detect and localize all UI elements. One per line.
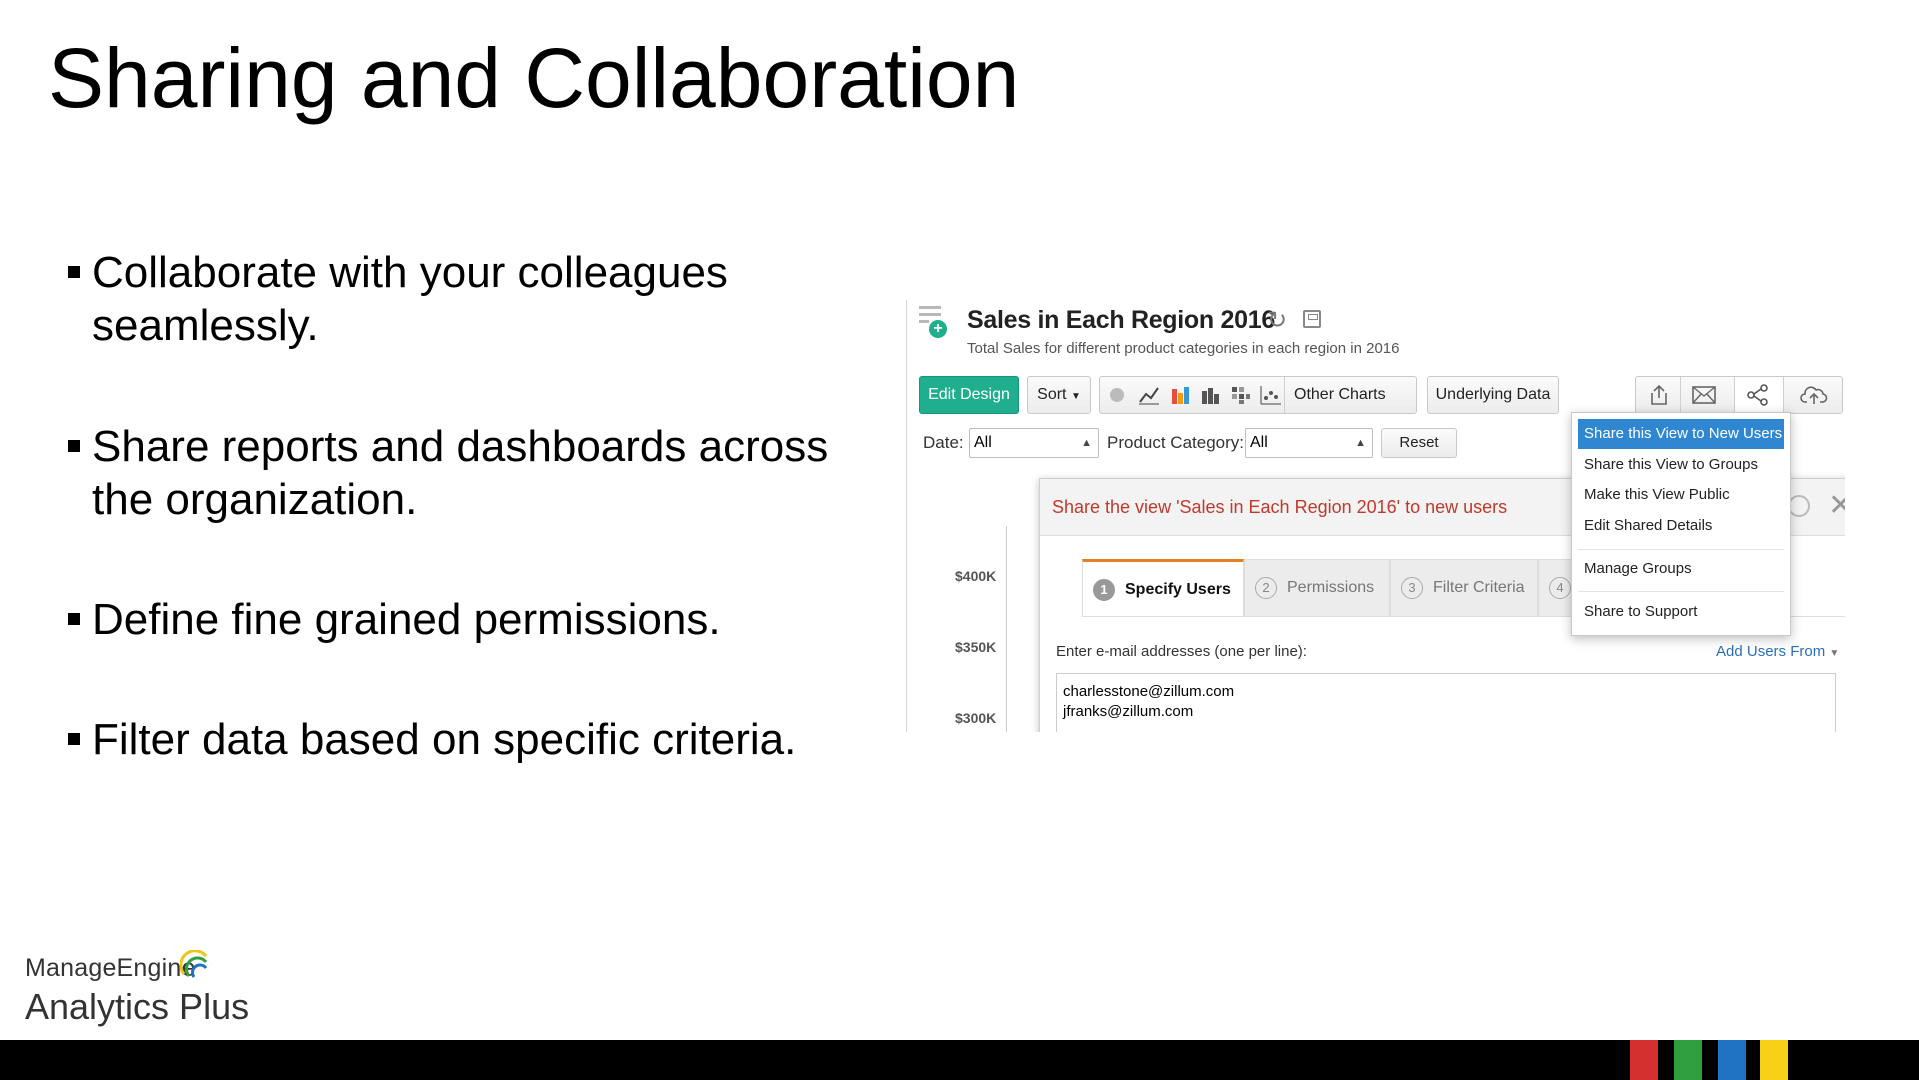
scatter-chart-icon[interactable] (1260, 385, 1282, 405)
app-screenshot: + Sales in Each Region 2016 ↻ Total Sale… (906, 300, 1845, 732)
updown-icon: ▲ (1081, 437, 1092, 449)
y-axis-line (1006, 526, 1007, 732)
other-charts-button[interactable]: Other Charts (1294, 377, 1386, 413)
step-label: Filter Criteria (1433, 579, 1525, 596)
menu-item-edit-shared-details[interactable]: Edit Shared Details (1578, 511, 1784, 541)
y-axis-tick: $350K (955, 639, 997, 655)
stacked-bar-icon[interactable] (1200, 385, 1222, 405)
edit-design-button[interactable]: Edit Design (919, 376, 1019, 414)
footer-stripe (1674, 1040, 1702, 1080)
add-users-from-label: Add Users From (1716, 643, 1826, 660)
bullet-item: Share reports and dashboards across the … (68, 420, 848, 526)
save-icon[interactable] (1303, 310, 1321, 328)
bullet-item: Collaborate with your colleagues seamles… (68, 246, 848, 352)
email-line: jfranks@zillum.com (1063, 703, 1194, 720)
chevron-down-icon: ▼ (1070, 391, 1081, 402)
email-icon[interactable] (1692, 386, 1716, 404)
report-subtitle: Total Sales for different product catego… (967, 340, 1400, 357)
add-users-from-link[interactable]: Add Users From ▼ (1716, 643, 1839, 660)
share-toolbar (1635, 376, 1843, 414)
y-axis-tick: $400K (955, 568, 997, 584)
step-label: Permissions (1287, 579, 1375, 596)
step-number: 1 (1093, 579, 1115, 601)
help-icon[interactable] (1788, 495, 1810, 517)
date-filter-label: Date: (923, 433, 964, 452)
product-category-label: Product Category: (1107, 433, 1245, 452)
date-filter-select[interactable]: All ▲ (969, 428, 1099, 458)
footer-stripe (1630, 1040, 1658, 1080)
email-line: charlesstone@zillum.com (1063, 683, 1235, 700)
close-icon[interactable]: ✕ (1828, 491, 1845, 521)
footer-stripe (1760, 1040, 1788, 1080)
bullet-square (68, 266, 80, 278)
menu-item-share-new-users[interactable]: Share this View to New Users (1578, 419, 1784, 449)
menu-item-manage-groups[interactable]: Manage Groups (1578, 554, 1784, 584)
menu-item-make-public[interactable]: Make this View Public (1578, 480, 1784, 510)
menu-separator (1578, 549, 1784, 550)
chevron-down-icon: ▼ (1829, 648, 1840, 659)
reset-button[interactable]: Reset (1381, 428, 1457, 458)
line-chart-icon[interactable] (1138, 385, 1160, 405)
step-number: 4 (1549, 577, 1571, 599)
share-icon[interactable] (1746, 384, 1770, 406)
updown-icon: ▲ (1355, 437, 1366, 449)
share-menu: Share this View to New Users Share this … (1571, 412, 1791, 636)
email-field-label: Enter e-mail addresses (one per line): (1056, 643, 1307, 660)
step-tab-permissions[interactable]: 2 Permissions (1244, 559, 1390, 617)
cloud-upload-icon[interactable] (1800, 385, 1828, 405)
product-category-value: All (1250, 434, 1268, 451)
report-title: Sales in Each Region 2016 (967, 306, 1275, 334)
company-logo-text: ManageEngine (25, 954, 196, 982)
email-field[interactable]: charlesstone@zillum.com jfranks@zillum.c… (1056, 673, 1836, 732)
step-number: 2 (1255, 577, 1277, 599)
chart-type-toolbar: Other Charts (1099, 376, 1417, 414)
y-axis-tick: $300K (955, 710, 997, 726)
pie-chart-icon[interactable] (1106, 385, 1128, 405)
product-logo-text: Analytics Plus (25, 986, 250, 1027)
step-label: Specify Users (1125, 581, 1231, 598)
export-icon[interactable] (1648, 384, 1670, 406)
bullet-square (68, 440, 80, 452)
report-add-icon[interactable]: + (919, 306, 947, 338)
bullet-text: Filter data based on specific criteria. (92, 715, 797, 764)
logo-arc-icon (180, 950, 208, 978)
heatmap-icon[interactable] (1230, 385, 1252, 405)
menu-item-share-groups[interactable]: Share this View to Groups (1578, 450, 1784, 480)
step-tab-specify-users[interactable]: 1 Specify Users (1082, 559, 1244, 617)
bullet-item: Define fine grained permissions. (68, 593, 848, 646)
product-category-select[interactable]: All ▲ (1245, 428, 1373, 458)
slide-title: Sharing and Collaboration (48, 31, 1020, 125)
menu-item-share-support[interactable]: Share to Support (1578, 597, 1784, 627)
bullet-text: Define fine grained permissions. (92, 595, 721, 644)
bullet-square (68, 733, 80, 745)
bullet-item: Filter data based on specific criteria. (68, 713, 848, 766)
step-tab-filter-criteria[interactable]: 3 Filter Criteria (1390, 559, 1538, 617)
sort-label: Sort (1037, 386, 1067, 403)
sort-button[interactable]: Sort ▼ (1027, 376, 1091, 414)
step-number: 3 (1401, 577, 1423, 599)
footer-stripe (1718, 1040, 1746, 1080)
bullet-text: Share reports and dashboards across the … (92, 422, 829, 524)
underlying-data-button[interactable]: Underlying Data (1427, 376, 1559, 414)
menu-separator (1578, 591, 1784, 592)
date-filter-value: All (974, 434, 992, 451)
refresh-icon[interactable]: ↻ (1267, 306, 1287, 335)
bullet-square (68, 613, 80, 625)
bullet-text: Collaborate with your colleagues seamles… (92, 248, 728, 350)
dialog-title: Share the view 'Sales in Each Region 201… (1052, 497, 1508, 517)
bar-chart-icon[interactable] (1170, 385, 1192, 405)
